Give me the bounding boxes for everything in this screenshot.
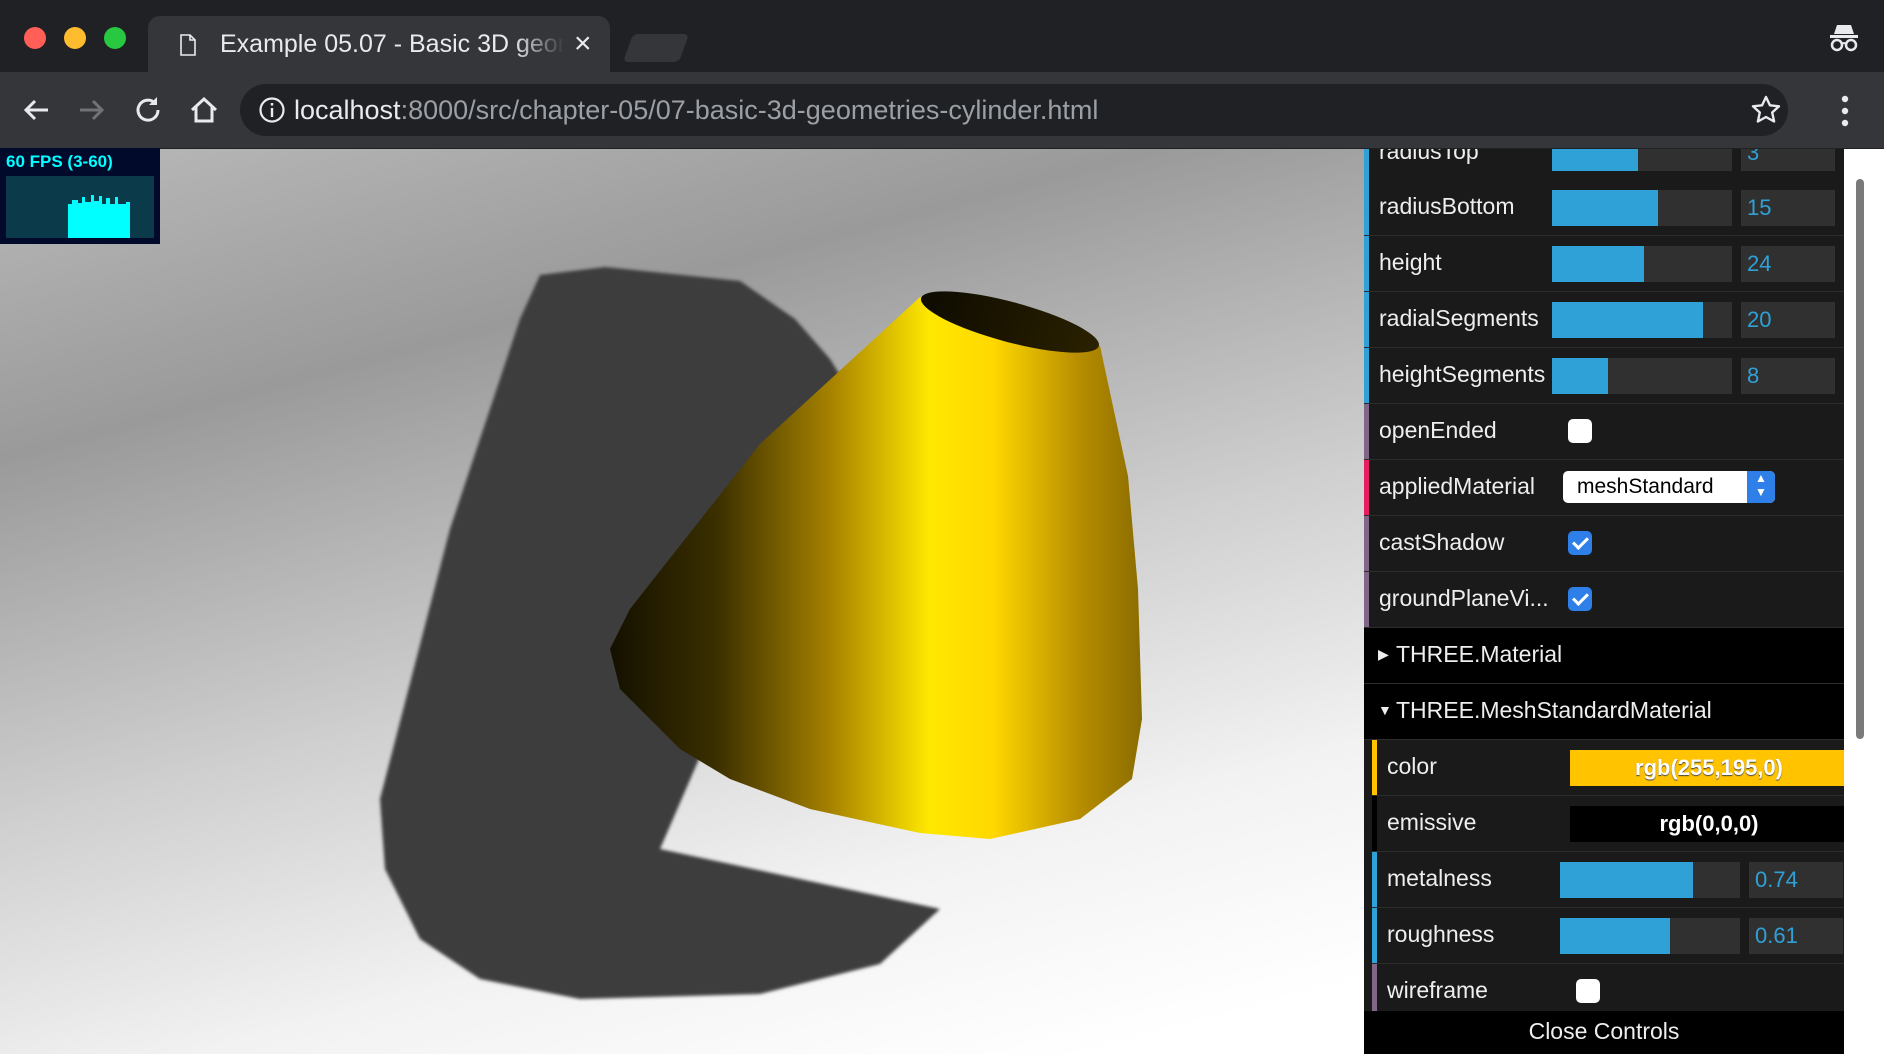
height-segments-input[interactable]: 8 bbox=[1741, 358, 1835, 394]
wireframe-label: wireframe bbox=[1387, 977, 1488, 1003]
radius-top-input[interactable]: 3 bbox=[1741, 149, 1835, 171]
control-ground-plane-visible: groundPlaneVi... bbox=[1364, 572, 1844, 628]
fps-graph-bars bbox=[68, 195, 130, 238]
emissive-picker[interactable]: rgb(0,0,0) bbox=[1570, 806, 1844, 842]
scrollbar-thumb[interactable] bbox=[1856, 179, 1864, 739]
control-metalness: metalness 0.74 bbox=[1372, 852, 1844, 908]
close-window-button[interactable] bbox=[24, 27, 46, 49]
address-bar[interactable]: localhost:8000/src/chapter-05/07-basic-3… bbox=[240, 84, 1788, 136]
forward-arrow-icon[interactable] bbox=[74, 92, 110, 128]
select-arrows-icon: ▲ ▼ bbox=[1747, 471, 1775, 503]
document-icon bbox=[180, 34, 196, 56]
radius-bottom-label: radiusBottom bbox=[1379, 193, 1515, 219]
ground-plane-checkbox[interactable] bbox=[1568, 587, 1592, 611]
control-radial-segments: radialSegments 20 bbox=[1364, 292, 1844, 348]
control-radius-top: radiusTop 3 bbox=[1364, 149, 1844, 181]
wireframe-checkbox[interactable] bbox=[1576, 979, 1600, 1003]
radial-segments-input[interactable]: 20 bbox=[1741, 302, 1835, 338]
control-emissive: emissive rgb(0,0,0) bbox=[1372, 796, 1844, 852]
url-host: localhost bbox=[294, 95, 401, 125]
control-height-segments: heightSegments 8 bbox=[1364, 348, 1844, 404]
controls-panel: radiusTop 3 radiusBottom 15 height 24 ra… bbox=[1364, 149, 1844, 1054]
back-arrow-icon[interactable] bbox=[18, 92, 54, 128]
active-tab[interactable]: Example 05.07 - Basic 3D geometries - Cy… bbox=[148, 16, 610, 72]
emissive-label: emissive bbox=[1387, 809, 1477, 835]
control-open-ended: openEnded bbox=[1364, 404, 1844, 460]
tab-close-icon[interactable]: × bbox=[574, 26, 592, 62]
roughness-slider[interactable] bbox=[1560, 918, 1740, 954]
close-controls-button[interactable]: Close Controls bbox=[1364, 1011, 1844, 1054]
folder-mesh-standard-title: THREE.MeshStandardMaterial bbox=[1396, 697, 1712, 723]
home-icon[interactable] bbox=[186, 92, 222, 128]
reload-icon[interactable] bbox=[130, 92, 166, 128]
bookmark-star-icon[interactable] bbox=[1750, 94, 1782, 126]
metalness-label: metalness bbox=[1387, 865, 1492, 891]
radius-bottom-slider[interactable] bbox=[1552, 190, 1732, 226]
folder-material-title: THREE.Material bbox=[1396, 641, 1563, 667]
minimize-window-button[interactable] bbox=[64, 27, 86, 49]
url-path: :8000/src/chapter-05/07-basic-3d-geometr… bbox=[400, 95, 1099, 125]
menu-icon[interactable] bbox=[1838, 94, 1852, 128]
radius-bottom-input[interactable]: 15 bbox=[1741, 190, 1835, 226]
expanded-triangle-icon: ▼ bbox=[1378, 702, 1392, 718]
height-label: height bbox=[1379, 249, 1442, 275]
cast-shadow-checkbox[interactable] bbox=[1568, 531, 1592, 555]
collapsed-triangle-icon: ▶ bbox=[1378, 646, 1389, 662]
fps-graph bbox=[6, 176, 154, 238]
metalness-slider[interactable] bbox=[1560, 862, 1740, 898]
control-height: height 24 bbox=[1364, 236, 1844, 292]
maximize-window-button[interactable] bbox=[104, 27, 126, 49]
fps-text: 60 FPS (3-60) bbox=[6, 152, 113, 171]
roughness-label: roughness bbox=[1387, 921, 1495, 947]
ground-plane-label: groundPlaneVi... bbox=[1379, 585, 1549, 611]
radius-top-slider[interactable] bbox=[1552, 149, 1732, 171]
metalness-input[interactable]: 0.74 bbox=[1749, 862, 1843, 898]
control-color: color rgb(255,195,0) bbox=[1372, 740, 1844, 796]
control-applied-material: appliedMaterial meshStandard ▲ ▼ bbox=[1364, 460, 1844, 516]
applied-material-label: appliedMaterial bbox=[1379, 473, 1535, 499]
height-input[interactable]: 24 bbox=[1741, 246, 1835, 282]
info-icon[interactable] bbox=[258, 96, 286, 124]
radial-segments-label: radialSegments bbox=[1379, 305, 1539, 331]
tab-bar: Example 05.07 - Basic 3D geometries - Cy… bbox=[0, 0, 1884, 72]
radial-segments-slider[interactable] bbox=[1552, 302, 1732, 338]
height-segments-slider[interactable] bbox=[1552, 358, 1732, 394]
tab-title: Example 05.07 - Basic 3D geometries - Cy… bbox=[220, 30, 565, 58]
incognito-icon bbox=[1830, 25, 1858, 52]
height-segments-label: heightSegments bbox=[1379, 361, 1546, 387]
control-cast-shadow: castShadow bbox=[1364, 516, 1844, 572]
color-label: color bbox=[1387, 753, 1437, 779]
cast-shadow-label: castShadow bbox=[1379, 529, 1505, 555]
fps-stats[interactable]: 60 FPS (3-60) bbox=[0, 148, 160, 244]
control-roughness: roughness 0.61 bbox=[1372, 908, 1844, 964]
color-picker[interactable]: rgb(255,195,0) bbox=[1570, 750, 1844, 786]
folder-three-material[interactable]: ▶ THREE.Material bbox=[1364, 628, 1844, 684]
folder-mesh-standard-material[interactable]: ▼ THREE.MeshStandardMaterial bbox=[1364, 684, 1844, 740]
new-tab-button[interactable] bbox=[622, 34, 690, 62]
open-ended-checkbox[interactable] bbox=[1568, 419, 1592, 443]
url-text[interactable]: localhost:8000/src/chapter-05/07-basic-3… bbox=[294, 95, 1098, 126]
roughness-input[interactable]: 0.61 bbox=[1749, 918, 1843, 954]
panel-scrollbar[interactable] bbox=[1844, 149, 1884, 1054]
applied-material-select[interactable]: meshStandard ▲ ▼ bbox=[1563, 471, 1775, 503]
control-radius-bottom: radiusBottom 15 bbox=[1364, 180, 1844, 236]
radius-top-label: radiusTop bbox=[1379, 149, 1479, 164]
height-slider[interactable] bbox=[1552, 246, 1732, 282]
open-ended-label: openEnded bbox=[1379, 417, 1497, 443]
